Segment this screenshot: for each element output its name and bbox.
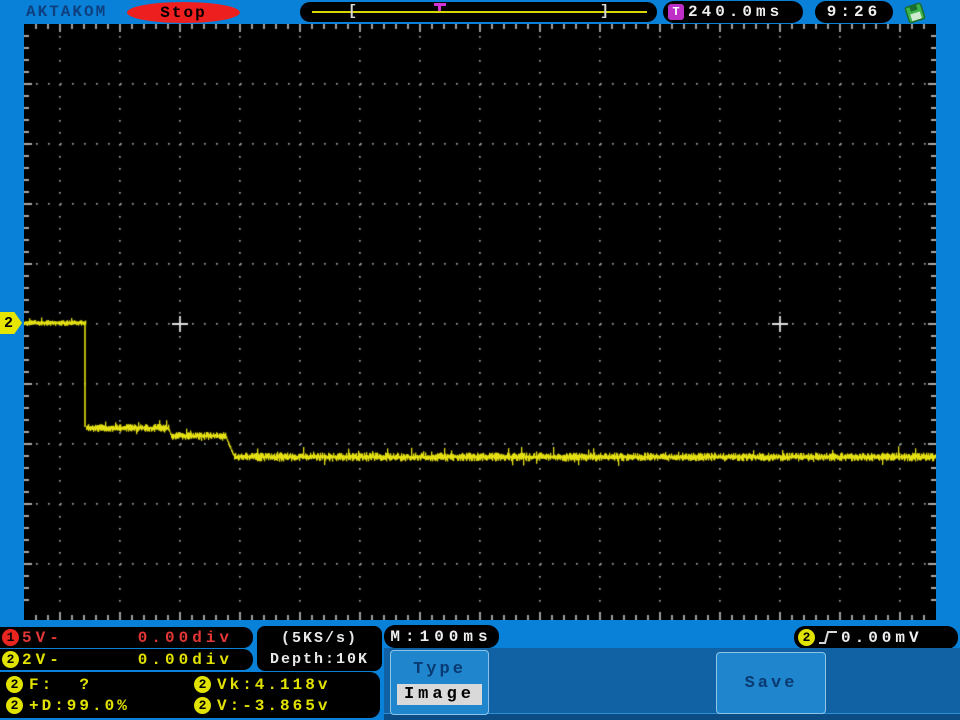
channel2-position-marker-label: 2 [3,314,13,332]
measurement-frequency: 2 F: ? [6,674,194,695]
type-button[interactable]: Type Image [390,650,489,715]
run-state-indicator: Stop [127,2,240,23]
channel1-badge: 1 [2,629,19,646]
save-button-label: Save [744,673,798,693]
measurement-duty: 2 +D:99.0% [6,695,194,716]
memory-depth-value: Depth:10K [269,650,369,668]
trigger-level-value: 0.00mV [841,628,923,647]
save-button[interactable]: Save [716,652,826,714]
channel2-readout: 2 2V- 0.00div [0,649,253,670]
window-left-bracket: [ [348,3,358,20]
type-button-value: Image [396,684,482,705]
channel2-badge: 2 [2,651,19,668]
scope-canvas [24,24,936,620]
trigger-source-badge: 2 [798,629,815,646]
measurement-channel-badge: 2 [6,697,23,714]
measurement-vk: 2 Vk:4.118v [194,674,380,695]
trigger-time-readout: T 240.0ms [663,1,803,23]
channel1-position: 0.00div [137,628,233,647]
trigger-marker-icon [434,3,446,11]
measurement-channel-badge: 2 [194,697,211,714]
trigger-level-readout: 2 0.00mV [794,626,958,649]
trigger-t-icon: T [668,4,684,20]
measurement-text: Vk:4.118v [217,675,331,694]
channel1-scale: 5V- [22,628,63,647]
channel1-readout: 1 5V- 0.00div [0,627,253,648]
acquisition-readout: (5KS/s) Depth:10K [257,626,382,671]
rising-edge-icon [818,630,838,645]
measurements-panel: 2 F: ? 2 Vk:4.118v 2 +D:99.0% 2 V:-3.865… [0,672,380,718]
window-right-bracket: ] [600,3,610,20]
measurement-text: +D:99.0% [29,696,130,715]
measurement-channel-badge: 2 [6,676,23,693]
timebase-readout: M:100ms [384,625,499,648]
trigger-time-value: 240.0ms [688,3,784,21]
trigger-position-bar: [ ] [300,2,657,22]
clock-value: 9:26 [826,3,882,21]
measurement-channel-badge: 2 [194,676,211,693]
channel2-position-marker: 2 [0,312,22,334]
channel2-position: 0.00div [137,650,233,669]
channel2-scale: 2V- [22,650,63,669]
timebase-value: M:100ms [390,627,493,646]
brand-logo: AKTAKOM [26,3,108,21]
measurement-voltage: 2 V:-3.865v [194,695,380,716]
clock-readout: 9:26 [815,1,893,23]
run-state-label: Stop [160,3,207,22]
measurement-text: V:-3.865v [217,696,331,715]
type-button-label: Type [413,660,466,679]
sample-rate-value: (5KS/s) [280,629,358,647]
trigger-position-line [312,11,647,13]
measurement-text: F: ? [29,675,93,694]
